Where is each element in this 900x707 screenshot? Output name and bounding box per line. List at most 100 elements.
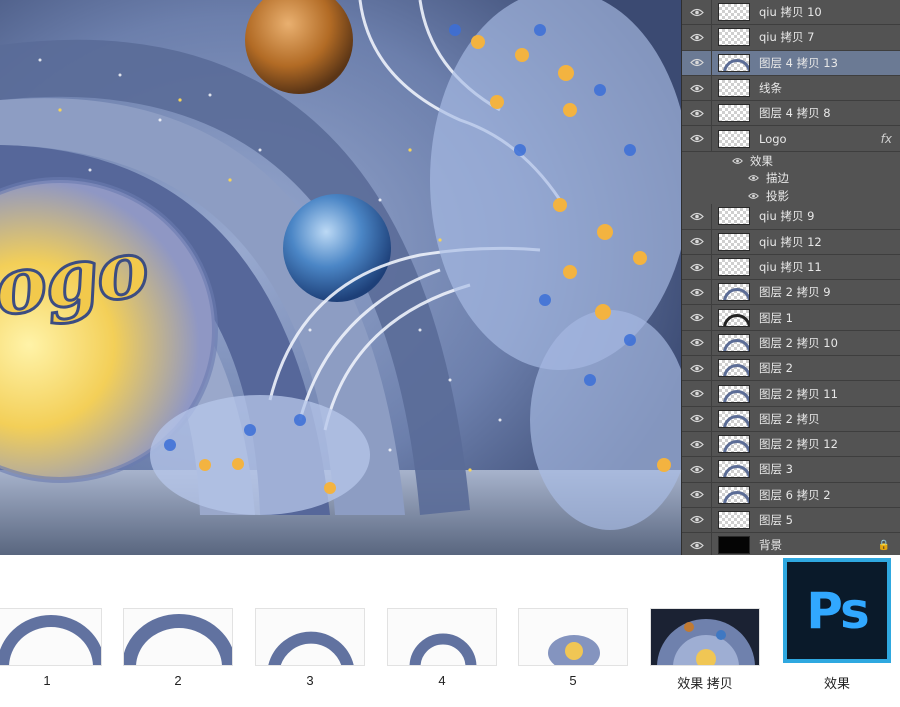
effects-label: 效果	[750, 153, 773, 168]
layer-effect-item[interactable]: 投影	[682, 187, 900, 205]
step-label-5: 5	[569, 673, 577, 688]
effect-copy-label: 效果 拷贝	[677, 676, 733, 691]
layer-thumbnail	[718, 333, 750, 352]
effects-eye-icon[interactable]	[732, 157, 746, 165]
design-canvas[interactable]: ogo	[0, 0, 681, 555]
layer-thumbnail	[718, 384, 750, 403]
visibility-eye-icon[interactable]	[682, 126, 712, 151]
visibility-eye-icon[interactable]	[682, 0, 712, 25]
layer-name: Logo	[759, 131, 787, 146]
layer-name: 图层 2	[759, 361, 793, 376]
step-thumbnail-2[interactable]	[123, 608, 233, 666]
visibility-eye-icon[interactable]	[682, 305, 712, 330]
visibility-eye-icon[interactable]	[682, 229, 712, 254]
visibility-eye-icon[interactable]	[682, 254, 712, 280]
visibility-eye-icon[interactable]	[682, 75, 712, 101]
layer-thumbnail	[718, 104, 750, 123]
photoshop-logo-text: Ps	[806, 581, 870, 640]
visibility-eye-icon[interactable]	[682, 25, 712, 50]
layer-name: 图层 2 拷贝 11	[759, 386, 838, 401]
layer-row[interactable]: qiu 拷贝 7	[682, 25, 900, 51]
visibility-eye-icon[interactable]	[682, 50, 712, 75]
effect-eye-icon[interactable]	[748, 192, 762, 200]
ring-step-1-icon	[0, 615, 101, 665]
layer-name: 图层 2 拷贝 10	[759, 335, 838, 350]
layer-thumbnail	[718, 409, 750, 428]
layer-name: qiu 拷贝 9	[759, 209, 815, 224]
layer-fx-icon[interactable]: fx	[881, 132, 892, 146]
visibility-eye-icon[interactable]	[682, 330, 712, 356]
final-effect-label: 效果	[823, 676, 850, 691]
sun-disk-step-5-icon	[548, 635, 600, 665]
visibility-eye-icon[interactable]	[682, 457, 712, 482]
effect-eye-icon[interactable]	[748, 174, 762, 182]
visibility-eye-icon[interactable]	[682, 381, 712, 406]
layer-row[interactable]: qiu 拷贝 9	[682, 204, 900, 230]
effect-name: 描边	[766, 171, 789, 186]
layer-name: 图层 3	[759, 462, 793, 477]
layer-thumbnail	[718, 129, 750, 148]
visibility-eye-icon[interactable]	[682, 101, 712, 126]
layer-row[interactable]: 背景 🔒	[682, 533, 900, 555]
layer-name: qiu 拷贝 12	[759, 234, 822, 249]
layer-thumbnail	[718, 460, 750, 479]
layer-thumbnail	[718, 308, 750, 327]
layer-row[interactable]: 图层 5	[682, 507, 900, 534]
layer-row[interactable]: 图层 2 拷贝 10	[682, 330, 900, 357]
layer-thumbnail	[718, 258, 750, 277]
layer-row[interactable]: 图层 2 拷贝 9	[682, 280, 900, 306]
visibility-eye-icon[interactable]	[682, 431, 712, 457]
step-thumbnail-5[interactable]	[518, 608, 628, 666]
layer-name: 背景	[759, 538, 782, 553]
layer-thumbnail	[718, 3, 750, 22]
layer-row[interactable]: qiu 拷贝 12	[682, 229, 900, 255]
ring-step-3-icon	[268, 631, 354, 665]
visibility-eye-icon[interactable]	[682, 482, 712, 507]
layer-effect-item[interactable]: 描边	[682, 169, 900, 187]
step-label-3: 3	[306, 673, 314, 688]
visibility-eye-icon[interactable]	[682, 204, 712, 229]
effect-copy-thumbnail[interactable]	[650, 608, 760, 666]
layer-name: 图层 6 拷贝 2	[759, 487, 831, 502]
layer-row[interactable]: 图层 2 拷贝 11	[682, 381, 900, 407]
layer-row[interactable]: 图层 1	[682, 305, 900, 331]
layer-name: 图层 1	[759, 310, 793, 325]
step-thumbnail-1[interactable]	[0, 608, 102, 666]
layer-name: qiu 拷贝 7	[759, 30, 815, 45]
layer-thumbnail	[718, 232, 750, 251]
visibility-eye-icon[interactable]	[682, 406, 712, 431]
layer-row[interactable]: qiu 拷贝 10	[682, 0, 900, 26]
layer-name: 图层 2 拷贝 12	[759, 437, 838, 452]
step-thumbnail-3[interactable]	[255, 608, 365, 666]
layer-thumbnail	[718, 283, 750, 302]
layer-effects-header[interactable]: 效果	[682, 152, 900, 170]
layer-name: 图层 2 拷贝 9	[759, 285, 831, 300]
photoshop-icon[interactable]: Ps	[783, 558, 891, 663]
visibility-eye-icon[interactable]	[682, 280, 712, 305]
layer-row[interactable]: 图层 4 拷贝 8	[682, 101, 900, 127]
layer-name: 图层 4 拷贝 8	[759, 106, 831, 121]
layer-row[interactable]: qiu 拷贝 11	[682, 254, 900, 281]
step-label-4: 4	[438, 673, 446, 688]
layer-row[interactable]: 图层 3	[682, 457, 900, 483]
layer-name: qiu 拷贝 10	[759, 5, 822, 20]
step-label-1: 1	[43, 673, 51, 688]
layer-row[interactable]: 图层 2 拷贝 12	[682, 431, 900, 458]
layer-thumbnail	[718, 79, 750, 98]
layer-thumbnail	[718, 536, 750, 555]
layer-thumbnail	[718, 435, 750, 454]
layer-row[interactable]: 图层 2	[682, 356, 900, 382]
ring-step-4-icon	[409, 633, 477, 665]
layer-row[interactable]: 图层 2 拷贝	[682, 406, 900, 432]
layer-row[interactable]: Logo fx	[682, 126, 900, 152]
visibility-eye-icon[interactable]	[682, 533, 712, 555]
layer-thumbnail	[718, 510, 750, 529]
ring-step-2-icon	[124, 614, 232, 665]
layer-row[interactable]: 图层 6 拷贝 2	[682, 482, 900, 508]
layer-thumbnail	[718, 207, 750, 226]
layer-row[interactable]: 线条	[682, 75, 900, 102]
visibility-eye-icon[interactable]	[682, 507, 712, 533]
step-thumbnail-4[interactable]	[387, 608, 497, 666]
visibility-eye-icon[interactable]	[682, 356, 712, 381]
layer-row[interactable]: 图层 4 拷贝 13	[682, 50, 900, 76]
